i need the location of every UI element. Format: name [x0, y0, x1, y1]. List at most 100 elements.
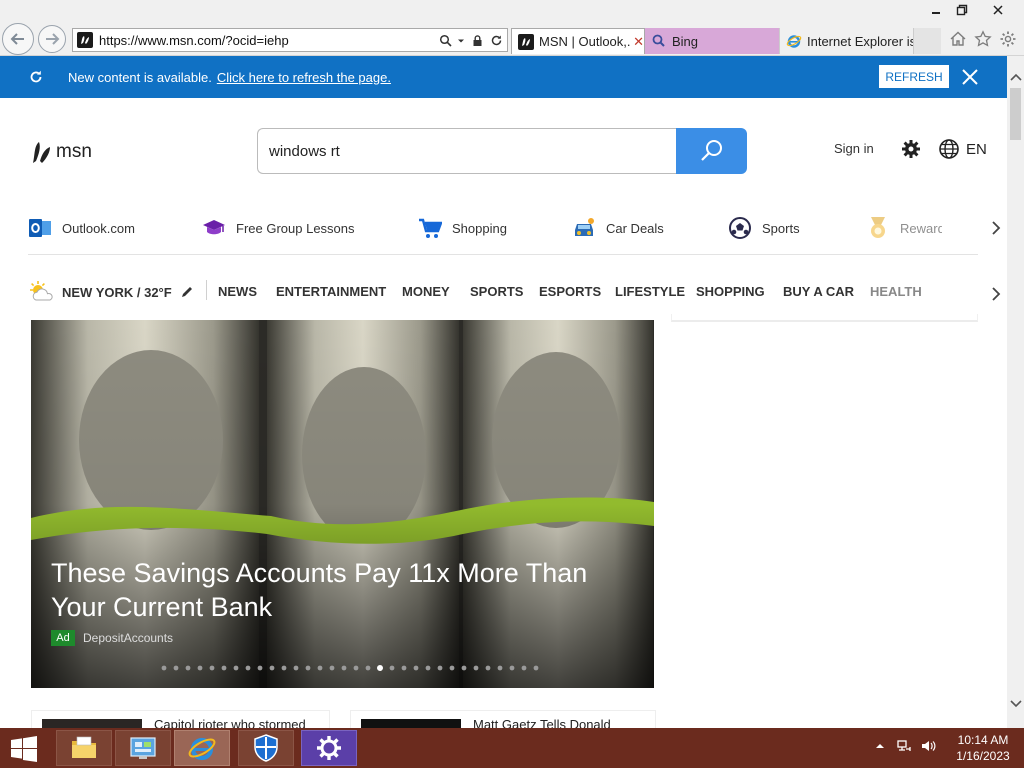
- carousel-dot-active[interactable]: [377, 665, 383, 671]
- chevron-right-icon[interactable]: [989, 221, 1003, 235]
- home-icon[interactable]: [947, 28, 969, 50]
- carousel-dot[interactable]: [449, 665, 455, 671]
- refresh-page-link[interactable]: Click here to refresh the page.: [217, 70, 391, 85]
- refresh-icon[interactable]: [488, 32, 504, 48]
- carousel-dot[interactable]: [245, 665, 251, 671]
- quick-link-shopping[interactable]: Shopping: [418, 213, 507, 243]
- msn-logo[interactable]: msn: [30, 139, 92, 165]
- settings-gear-icon[interactable]: [900, 138, 922, 160]
- nav-health[interactable]: HEALTH: [870, 278, 922, 306]
- carousel-dot[interactable]: [341, 665, 347, 671]
- clock[interactable]: 10:14 AM 1/16/2023: [950, 732, 1016, 764]
- language-selector[interactable]: EN: [938, 138, 987, 160]
- carousel-dot[interactable]: [185, 665, 191, 671]
- forward-button[interactable]: [38, 25, 66, 53]
- tab-internet-explorer[interactable]: Internet Explorer is...: [779, 28, 913, 54]
- carousel-dot[interactable]: [269, 665, 275, 671]
- vertical-scrollbar[interactable]: [1007, 56, 1024, 728]
- weather-widget[interactable]: NEW YORK / 32°F: [28, 278, 194, 306]
- lock-icon[interactable]: [469, 32, 485, 48]
- tab-msn[interactable]: MSN | Outlook,... ✕: [511, 28, 645, 54]
- carousel-dot[interactable]: [257, 665, 263, 671]
- show-hidden-icons-icon[interactable]: [872, 738, 888, 754]
- quick-link-free-group-lessons[interactable]: Free Group Lessons: [202, 213, 355, 243]
- carousel-dot[interactable]: [413, 665, 419, 671]
- card-title[interactable]: Capitol rioter who stormed: [154, 717, 306, 728]
- carousel-dot[interactable]: [473, 665, 479, 671]
- volume-icon[interactable]: [920, 738, 936, 754]
- carousel-dot[interactable]: [497, 665, 503, 671]
- nav-sports[interactable]: SPORTS: [470, 278, 523, 306]
- carousel-dot[interactable]: [485, 665, 491, 671]
- nav-news[interactable]: NEWS: [218, 278, 257, 306]
- quick-link-outlook[interactable]: Outlook.com: [28, 213, 135, 243]
- carousel-dot[interactable]: [365, 665, 371, 671]
- nav-entertainment[interactable]: ENTERTAINMENT: [276, 278, 386, 306]
- url-text[interactable]: https://www.msn.com/?ocid=iehp: [99, 33, 437, 48]
- search-button[interactable]: [676, 128, 747, 174]
- nav-shopping[interactable]: SHOPPING: [696, 278, 765, 306]
- tools-gear-icon[interactable]: [997, 28, 1019, 50]
- news-card[interactable]: Matt Gaetz Tells Donald: [350, 710, 656, 728]
- carousel-dot[interactable]: [173, 665, 179, 671]
- carousel-dot[interactable]: [305, 665, 311, 671]
- taskbar-internet-explorer[interactable]: [174, 730, 230, 766]
- carousel-dot[interactable]: [509, 665, 515, 671]
- card-title[interactable]: Matt Gaetz Tells Donald: [473, 717, 611, 728]
- search-icon[interactable]: [437, 32, 453, 48]
- new-tab-button[interactable]: [913, 28, 941, 54]
- back-button[interactable]: [2, 23, 34, 55]
- carousel-dot[interactable]: [197, 665, 203, 671]
- taskbar-windows-defender[interactable]: [238, 730, 294, 766]
- scroll-down-icon[interactable]: [1007, 696, 1024, 710]
- carousel-dot[interactable]: [233, 665, 239, 671]
- carousel-dot[interactable]: [161, 665, 167, 671]
- nav-lifestyle[interactable]: LIFESTYLE: [615, 278, 685, 306]
- carousel-dot[interactable]: [521, 665, 527, 671]
- hero-carousel[interactable]: These Savings Accounts Pay 11x More Than…: [31, 320, 654, 688]
- network-icon[interactable]: [896, 738, 912, 754]
- taskbar-file-explorer[interactable]: [56, 730, 112, 766]
- scroll-thumb[interactable]: [1010, 88, 1021, 140]
- nav-money[interactable]: MONEY: [402, 278, 450, 306]
- minimize-button[interactable]: [926, 2, 946, 18]
- news-card[interactable]: Capitol rioter who stormed: [31, 710, 330, 728]
- carousel-dot[interactable]: [437, 665, 443, 671]
- refresh-button[interactable]: REFRESH: [879, 65, 949, 88]
- carousel-dot[interactable]: [209, 665, 215, 671]
- start-button[interactable]: [4, 732, 44, 766]
- sign-in-link[interactable]: Sign in: [834, 141, 874, 156]
- window-close-button[interactable]: [988, 2, 1008, 18]
- carousel-dot[interactable]: [389, 665, 395, 671]
- carousel-dot[interactable]: [317, 665, 323, 671]
- carousel-dot[interactable]: [293, 665, 299, 671]
- carousel-dot[interactable]: [425, 665, 431, 671]
- nav-buy-a-car[interactable]: BUY A CAR: [783, 278, 854, 306]
- carousel-dot[interactable]: [221, 665, 227, 671]
- taskbar-control-panel[interactable]: [115, 730, 171, 766]
- carousel-pagination[interactable]: [161, 664, 561, 672]
- carousel-dot[interactable]: [329, 665, 335, 671]
- pencil-edit-icon[interactable]: [180, 285, 194, 299]
- tab-bing[interactable]: Bing: [645, 28, 779, 54]
- favorites-star-icon[interactable]: [972, 28, 994, 50]
- search-input[interactable]: windows rt: [257, 128, 677, 174]
- carousel-dot[interactable]: [353, 665, 359, 671]
- close-icon[interactable]: [958, 65, 982, 89]
- restore-button[interactable]: [952, 2, 972, 18]
- quick-link-sports[interactable]: Sports: [728, 213, 800, 243]
- quick-link-rewards[interactable]: Rewards: [866, 213, 942, 243]
- nav-esports[interactable]: ESPORTS: [539, 278, 601, 306]
- carousel-dot[interactable]: [281, 665, 287, 671]
- carousel-dot[interactable]: [533, 665, 539, 671]
- tab-close-icon[interactable]: ✕: [633, 34, 644, 50]
- chevron-right-icon[interactable]: [989, 287, 1003, 301]
- carousel-dot[interactable]: [401, 665, 407, 671]
- quick-link-car-deals[interactable]: Car Deals: [572, 213, 664, 243]
- carousel-dot[interactable]: [461, 665, 467, 671]
- dropdown-chevron-icon[interactable]: [456, 32, 466, 48]
- address-bar[interactable]: https://www.msn.com/?ocid=iehp: [72, 28, 508, 52]
- hero-title[interactable]: These Savings Accounts Pay 11x More Than…: [51, 556, 611, 624]
- taskbar-pc-settings[interactable]: [301, 730, 357, 766]
- scroll-up-icon[interactable]: [1007, 70, 1024, 84]
